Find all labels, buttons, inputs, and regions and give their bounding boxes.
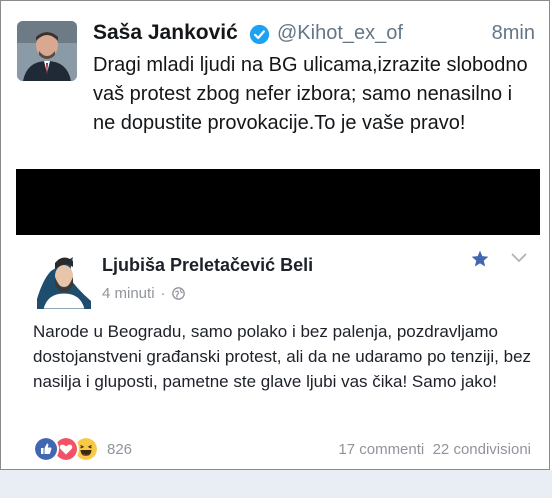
reactions-summary[interactable]: 826 [33, 436, 132, 462]
facebook-post: Ljubiša Preletačević Beli 4 minuti · Nar… [16, 235, 540, 471]
verified-badge-icon [249, 24, 270, 45]
globe-icon [171, 287, 185, 300]
chevron-down-icon[interactable] [510, 251, 528, 265]
tweet-text: Dragi mladi ljudi na BG ulicama,izrazite… [93, 54, 528, 134]
tweet-author-handle[interactable]: @Kihot_ex_of [277, 22, 403, 45]
screenshot-frame: Saša Janković @Kihot_ex_of 8min Dragi ml… [0, 0, 550, 470]
tweet-author-name[interactable]: Saša Janković [93, 21, 238, 45]
tweet-card: Saša Janković @Kihot_ex_of 8min Dragi ml… [15, 15, 535, 175]
page-background-band [0, 470, 552, 498]
post-stats: 17 commenti 22 condivisioni [338, 441, 531, 458]
like-icon [33, 436, 59, 462]
meta-separator: · [160, 285, 166, 302]
post-timestamp[interactable]: 4 minuti [102, 285, 155, 302]
reactions-count[interactable]: 826 [107, 441, 132, 458]
comments-link[interactable]: 17 commenti [338, 441, 424, 458]
post-text: Narode u Beogradu, samo polako i bez pal… [33, 322, 532, 391]
avatar[interactable] [17, 21, 77, 81]
post-meta: 4 minuti · [102, 285, 185, 302]
avatar[interactable] [33, 249, 93, 310]
tweet-timestamp[interactable]: 8min [492, 22, 535, 45]
redaction-bar [16, 169, 540, 235]
star-icon[interactable] [470, 249, 490, 269]
post-author-name[interactable]: Ljubiša Preletačević Beli [102, 255, 313, 276]
shares-link[interactable]: 22 condivisioni [433, 441, 531, 458]
